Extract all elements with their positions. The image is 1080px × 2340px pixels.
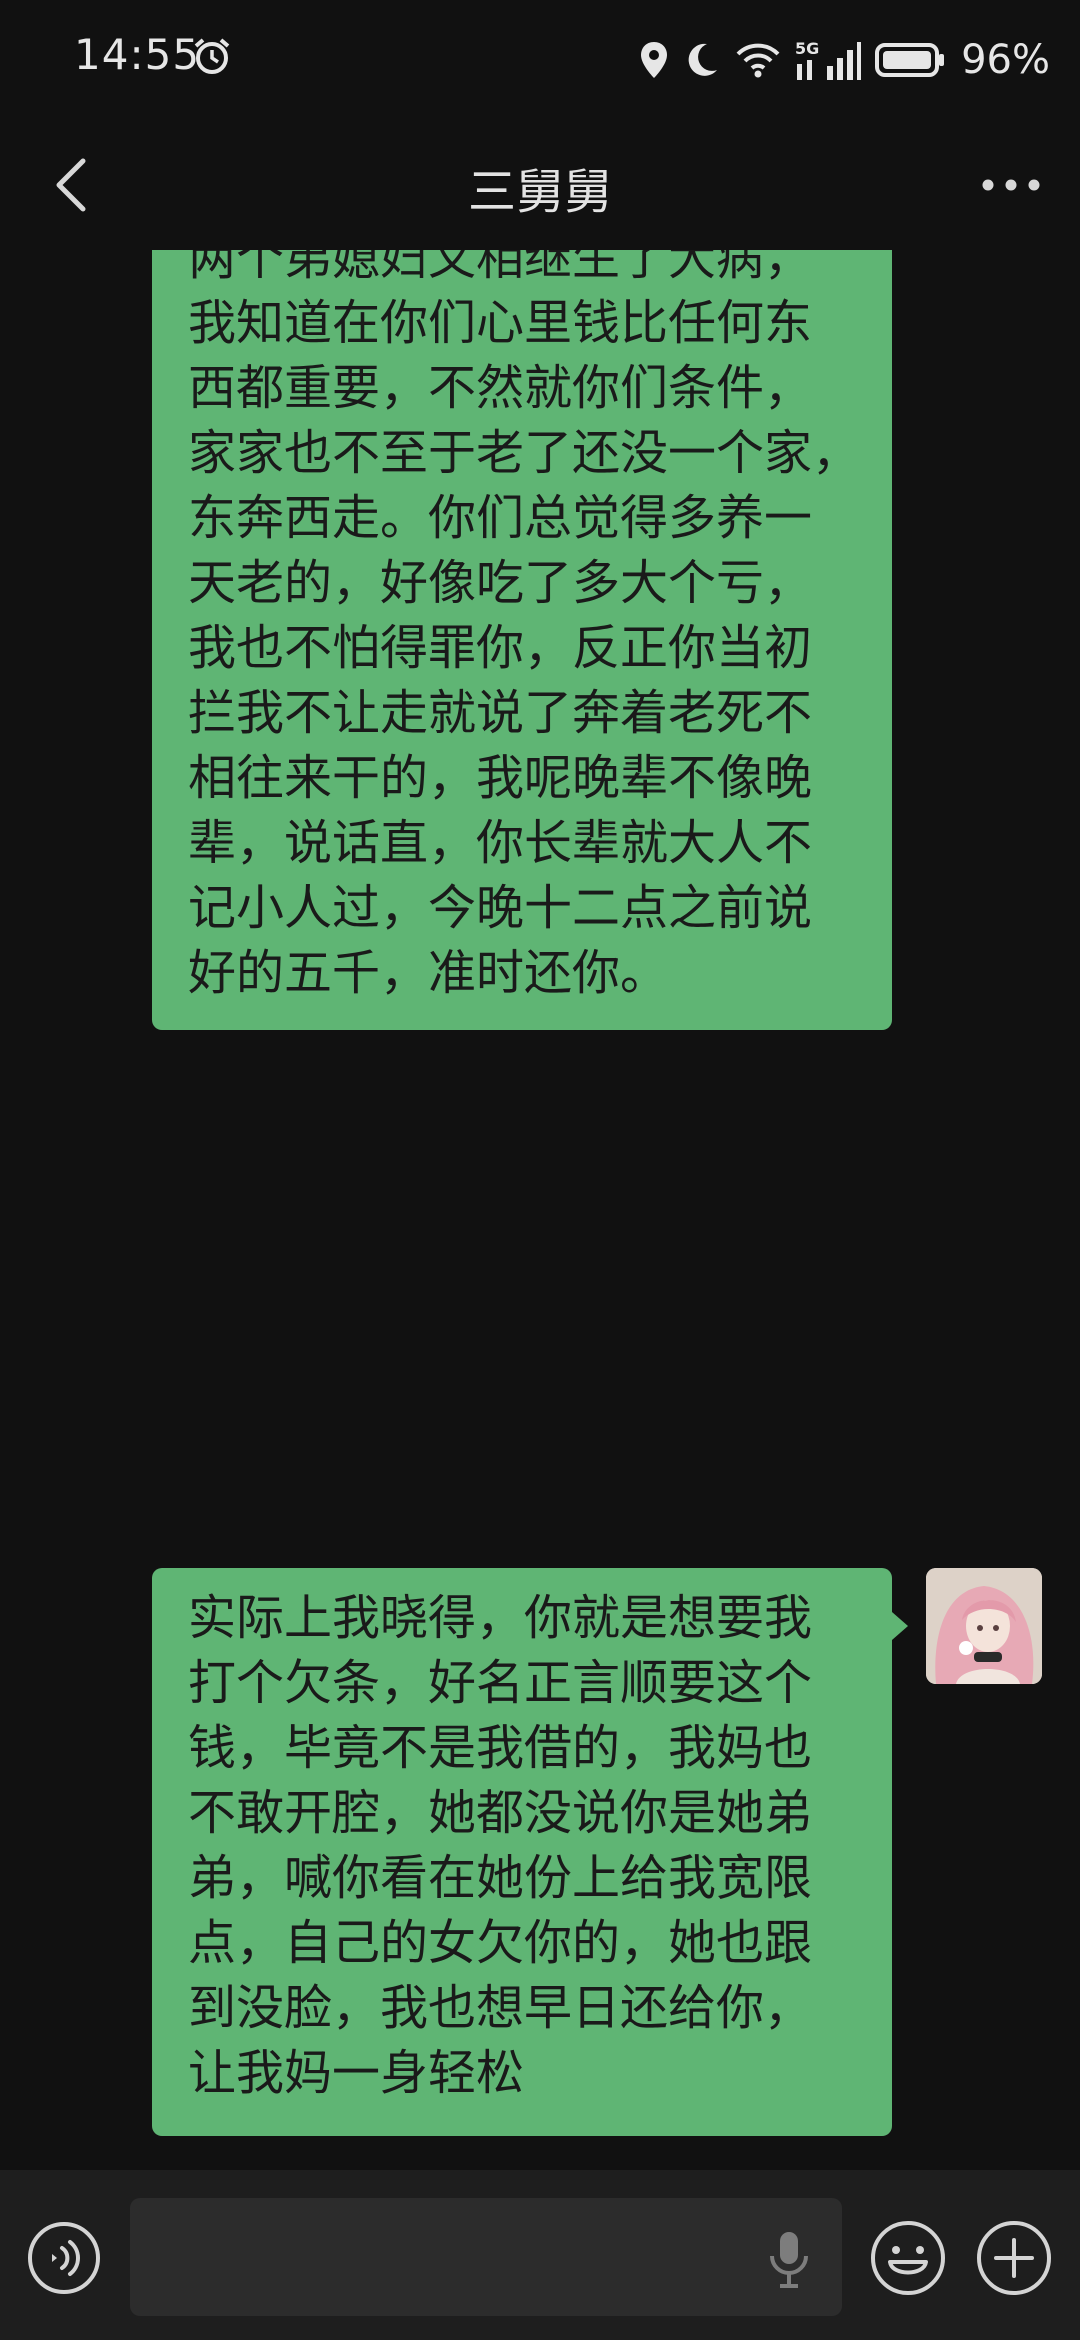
message-text: 这钱我认，但是我觉得你做的 最过分的就是，那这个事去影 响我妈，搞得妈心里压力大…: [188, 250, 861, 1001]
status-icons: 5G 96%: [639, 30, 1050, 90]
emoji-button[interactable]: [868, 2218, 948, 2298]
mic-icon[interactable]: [766, 2228, 812, 2290]
emoji-icon: [871, 2221, 945, 2295]
alarm-icon: [192, 36, 232, 76]
message-bubble[interactable]: 这钱我认，但是我觉得你做的 最过分的就是，那这个事去影 响我妈，搞得妈心里压力大…: [152, 250, 892, 1030]
bubble-tail: [892, 1612, 908, 1640]
input-bar: [0, 2170, 1080, 2340]
status-time: 14:55: [74, 30, 201, 79]
status-bar: 14:55 5G 96%: [0, 0, 1080, 120]
more-button[interactable]: [976, 150, 1046, 220]
wifi-icon: [735, 40, 781, 80]
chat-header: 三舅舅: [0, 120, 1080, 250]
voice-icon: [28, 2222, 100, 2294]
voice-button[interactable]: [26, 2220, 102, 2296]
chat-message-list[interactable]: 这钱我认，但是我觉得你做的 最过分的就是，那这个事去影 响我妈，搞得妈心里压力大…: [0, 250, 1080, 2170]
more-dots-icon: [982, 179, 1040, 191]
location-icon: [639, 40, 669, 80]
message-bubble[interactable]: 实际上我晓得，你就是想要我 打个欠条，好名正言顺要这个 钱，毕竟不是我借的，我妈…: [152, 1568, 892, 2136]
moon-icon: [683, 40, 721, 80]
svg-text:5G: 5G: [795, 39, 819, 58]
signal-icon: 5G: [795, 38, 862, 82]
chat-title: 三舅舅: [467, 164, 612, 220]
battery-icon: [875, 40, 947, 80]
avatar[interactable]: [926, 1568, 1042, 1684]
battery-percent: 96%: [961, 37, 1050, 83]
plus-icon: [977, 2221, 1051, 2295]
plus-button[interactable]: [974, 2218, 1054, 2298]
message-input[interactable]: [130, 2198, 842, 2316]
